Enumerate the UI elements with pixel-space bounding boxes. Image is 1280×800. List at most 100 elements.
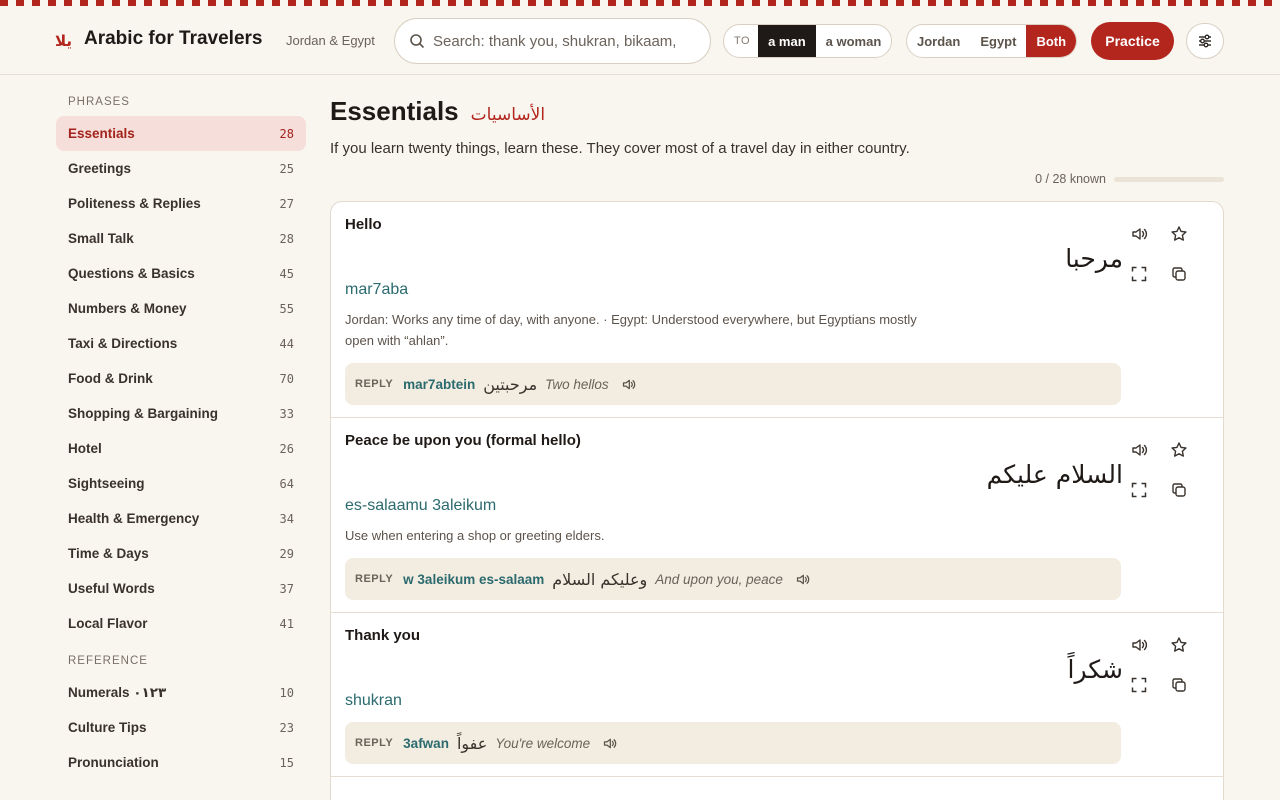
phrase-transliteration: mar7aba — [345, 281, 409, 298]
copy-icon[interactable] — [1167, 673, 1191, 697]
sidebar-item-time-days[interactable]: Time & Days 29 — [56, 536, 306, 571]
main-content: Essentials الأساسيات If you learn twenty… — [330, 96, 1224, 800]
sidebar-item-count: 64 — [279, 476, 294, 491]
phrase-english: Hello — [345, 216, 382, 233]
sidebar-item-label: Sightseeing — [68, 476, 145, 491]
expand-icon[interactable] — [1127, 262, 1151, 286]
sidebar-item-count: 25 — [279, 161, 294, 176]
sliders-icon — [1199, 34, 1211, 48]
sidebar-item-food-drink[interactable]: Food & Drink 70 — [56, 361, 306, 396]
progress-text: 0 / 28 known — [1035, 172, 1106, 186]
sidebar-item-label: Numerals ٠١٢٣ — [68, 684, 167, 700]
copy-icon[interactable] — [1167, 478, 1191, 502]
expand-icon[interactable] — [1127, 673, 1151, 697]
sidebar-item-count: 28 — [279, 126, 294, 141]
phrase-english: Thank you — [345, 627, 421, 644]
sidebar-item-essentials[interactable]: Essentials 28 — [56, 116, 306, 151]
phrase-english: Peace be upon you (formal hello) — [345, 432, 581, 449]
sidebar-item-culture-tips[interactable]: Culture Tips 23 — [56, 710, 306, 745]
speaker-icon[interactable] — [1127, 438, 1151, 462]
sidebar-item-politeness-replies[interactable]: Politeness & Replies 27 — [56, 186, 306, 221]
reply-meaning: You're welcome — [495, 735, 591, 751]
reply-arabic: عفواً — [456, 733, 488, 753]
reply-label: REPLY — [355, 737, 394, 749]
addressee-option-woman[interactable]: a woman — [816, 25, 892, 57]
sidebar-item-label: Greetings — [68, 161, 132, 176]
sidebar-item-shopping-bargaining[interactable]: Shopping & Bargaining 33 — [56, 396, 306, 431]
addressee-option-man[interactable]: a man — [758, 25, 816, 57]
sidebar-item-count: 55 — [279, 301, 294, 316]
sidebar-item-label: Small Talk — [68, 231, 134, 246]
search-input[interactable] — [433, 32, 693, 50]
page-title-arabic: الأساسيات — [470, 105, 546, 125]
copy-icon[interactable] — [1167, 262, 1191, 286]
phrase-arabic: السلام عليكم — [986, 460, 1123, 489]
dialect-option-both[interactable]: Both — [1026, 25, 1077, 57]
expand-icon[interactable] — [1127, 478, 1151, 502]
speaker-icon[interactable] — [602, 736, 617, 751]
sidebar-item-sightseeing[interactable]: Sightseeing 64 — [56, 466, 306, 501]
reply-label: REPLY — [355, 378, 394, 390]
speaker-icon[interactable] — [1127, 222, 1151, 246]
sidebar-item-label: Essentials — [68, 126, 135, 141]
speaker-icon[interactable] — [795, 572, 810, 587]
sidebar-item-small-talk[interactable]: Small Talk 28 — [56, 221, 306, 256]
sidebar-item-label: Questions & Basics — [68, 266, 195, 281]
sidebar-item-count: 34 — [279, 511, 294, 526]
star-icon[interactable] — [1167, 633, 1191, 657]
sidebar-item-count: 70 — [279, 371, 294, 386]
sidebar-item-count: 27 — [279, 196, 294, 211]
star-icon[interactable] — [1167, 222, 1191, 246]
sidebar-item-hotel[interactable]: Hotel 26 — [56, 431, 306, 466]
sidebar-item-taxi-directions[interactable]: Taxi & Directions 44 — [56, 326, 306, 361]
sidebar-item-count: 45 — [279, 266, 294, 281]
sidebar-item-count: 37 — [279, 581, 294, 596]
progress-bar — [1114, 176, 1224, 182]
sidebar-item-label: Numbers & Money — [68, 301, 187, 316]
reply-transliteration: mar7abtein — [403, 376, 476, 392]
reply-label: REPLY — [355, 573, 394, 585]
speaker-icon[interactable] — [621, 377, 636, 392]
phrase-arabic: شكراً — [1067, 655, 1124, 684]
dialect-option-egypt[interactable]: Egypt — [970, 25, 1026, 57]
sidebar-item-pronunciation[interactable]: Pronunciation 15 — [56, 745, 306, 780]
sidebar-item-questions-basics[interactable]: Questions & Basics 45 — [56, 256, 306, 291]
dialect-option-jordan[interactable]: Jordan — [907, 25, 970, 57]
phrase-arabic: مرحبا — [1065, 244, 1123, 273]
settings-button[interactable] — [1186, 23, 1224, 59]
sidebar-item-numerals[interactable]: Numerals ٠١٢٣ 10 — [56, 675, 306, 710]
sidebar-item-count: 41 — [279, 616, 294, 631]
app-header: يلا Arabic for Travelers Jordan & Egypt … — [0, 6, 1280, 75]
sidebar-item-health-emergency[interactable]: Health & Emergency 34 — [56, 501, 306, 536]
sidebar-item-numbers-money[interactable]: Numbers & Money 55 — [56, 291, 306, 326]
search-box[interactable] — [394, 18, 711, 64]
reply-box: REPLY w 3aleikum es-salaam وعليكم السلام An… — [345, 558, 1121, 600]
addressee-toggle: TO a man a woman — [723, 24, 893, 58]
sidebar-item-label: Time & Days — [68, 546, 149, 561]
sidebar-item-count: 10 — [279, 685, 294, 700]
sidebar-item-count: 29 — [279, 546, 294, 561]
card-actions — [1127, 631, 1203, 707]
phrase-card-list: Hello مرحبا mar7aba Jordan: Works any time … — [330, 201, 1224, 800]
sidebar-item-label: Useful Words — [68, 581, 155, 596]
speaker-icon[interactable] — [1127, 633, 1151, 657]
sidebar-item-label: Health & Emergency — [68, 511, 200, 526]
reply-meaning: And upon you, peace — [655, 571, 783, 587]
sidebar-item-label: Politeness & Replies — [68, 196, 201, 211]
practice-button[interactable]: Practice — [1091, 22, 1174, 60]
reply-box: REPLY 3afwan عفواً You're welcome — [345, 722, 1121, 764]
sidebar-reference-list: Numerals ٠١٢٣ 10 Culture Tips 23 Pronunciati… — [56, 675, 306, 780]
sidebar-item-greetings[interactable]: Greetings 25 — [56, 151, 306, 186]
addressee-label: TO — [734, 35, 751, 47]
phrase-transliteration: es-salaamu 3aleikum — [345, 497, 497, 514]
sidebar-item-label: Taxi & Directions — [68, 336, 178, 351]
sidebar-item-useful-words[interactable]: Useful Words 37 — [56, 571, 306, 606]
sidebar-item-count: 15 — [279, 755, 294, 770]
sidebar-item-count: 23 — [279, 720, 294, 735]
phrase-transliteration: shukran — [345, 692, 402, 709]
sidebar-item-count: 26 — [279, 441, 294, 456]
sidebar-item-local-flavor[interactable]: Local Flavor 41 — [56, 606, 306, 641]
reply-box: REPLY mar7abtein مرحبتين Two hellos — [345, 363, 1121, 405]
star-icon[interactable] — [1167, 438, 1191, 462]
phrase-card: Peace be upon you (formal hello) السلام ع… — [331, 418, 1223, 613]
